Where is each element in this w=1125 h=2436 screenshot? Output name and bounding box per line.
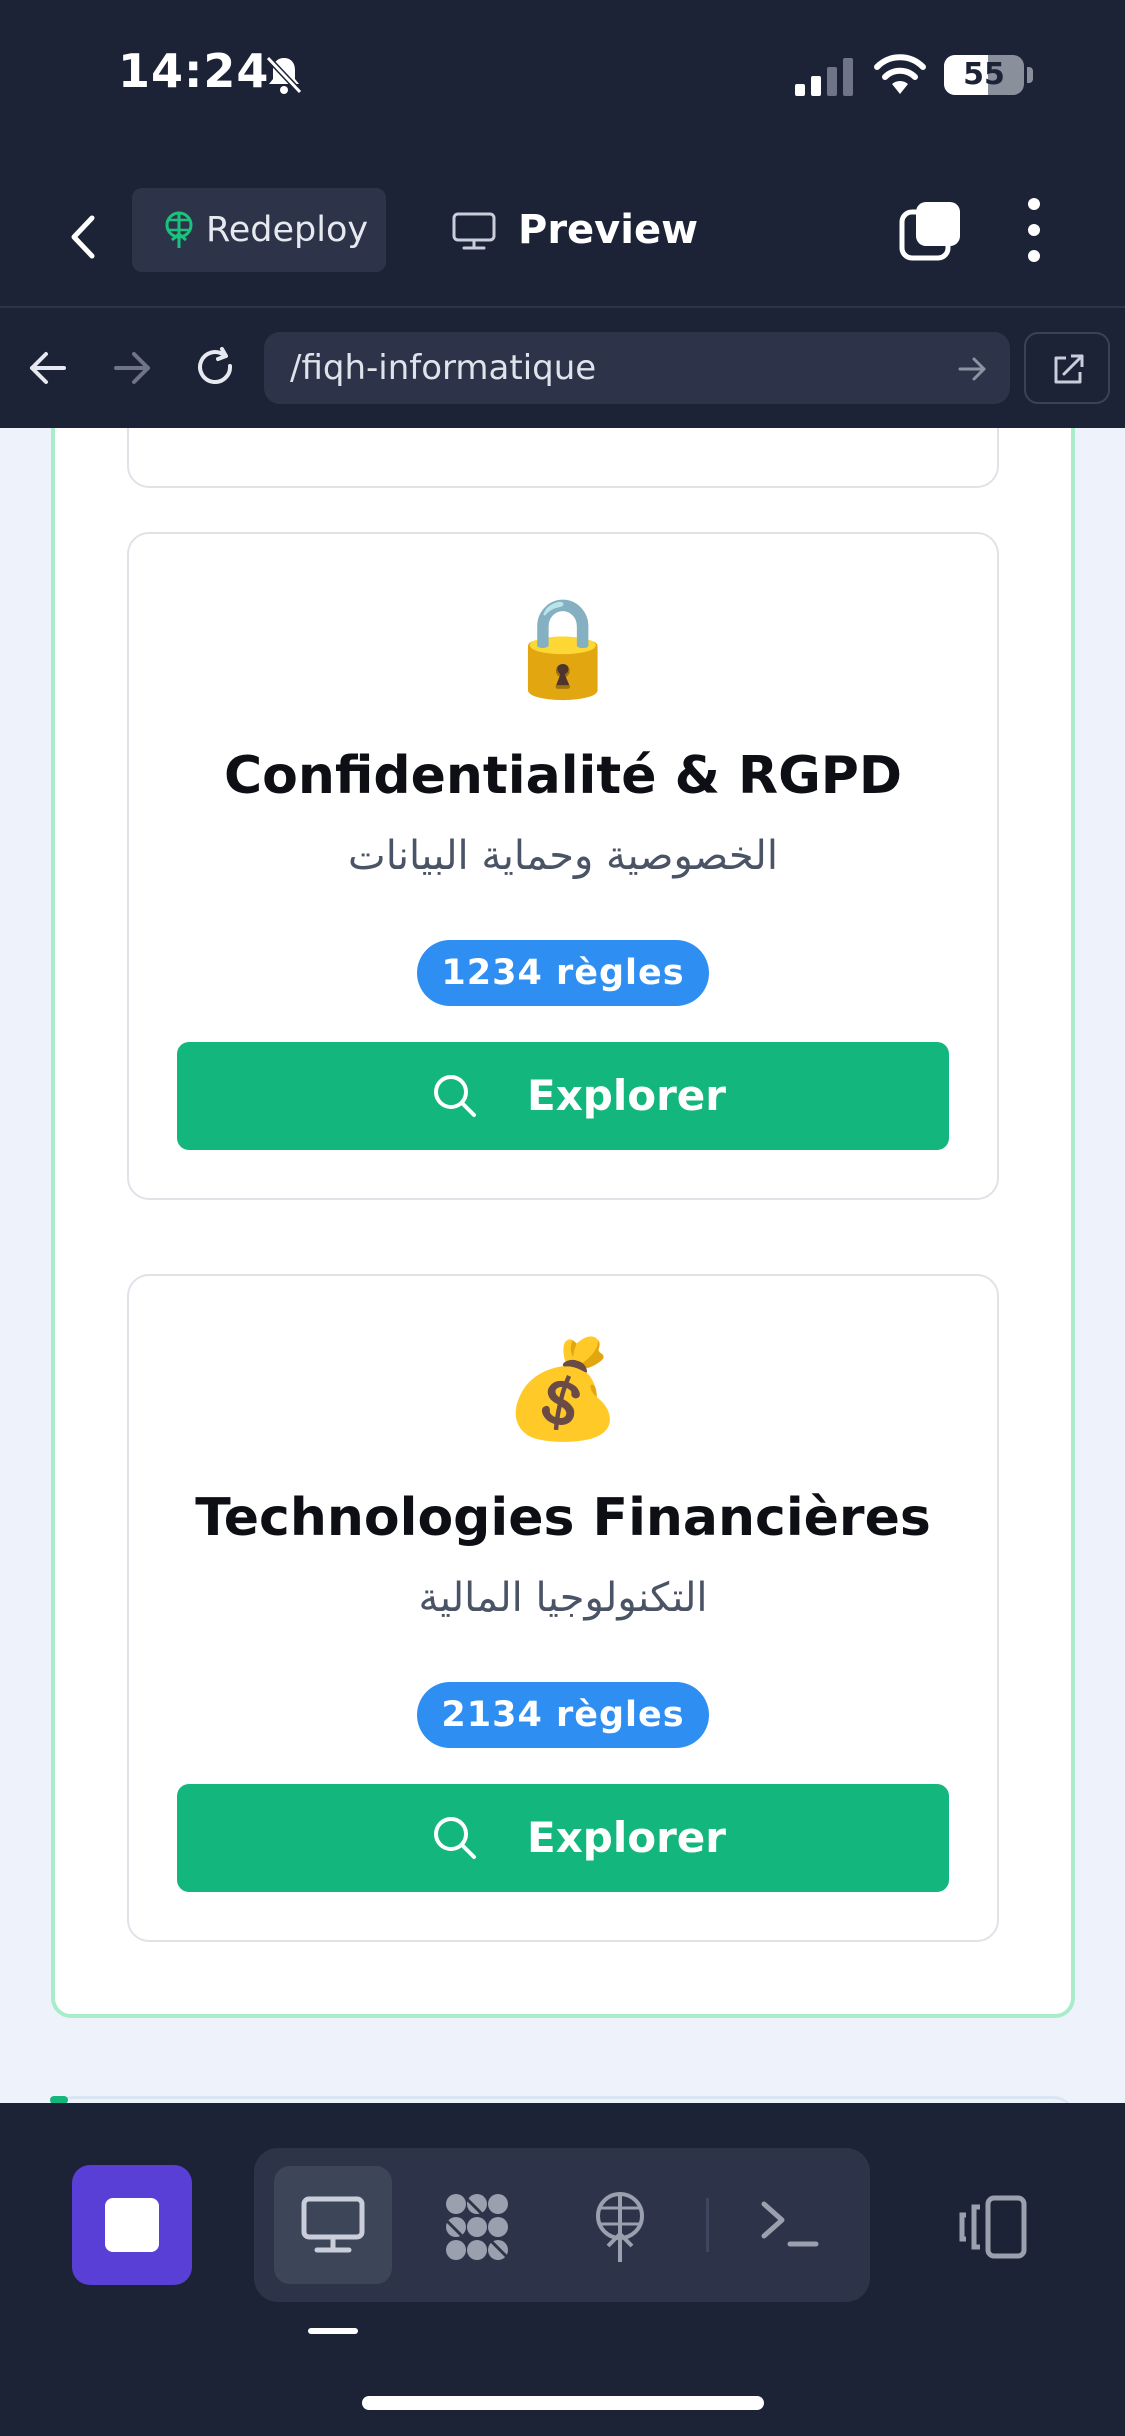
reload-icon[interactable] <box>194 346 238 390</box>
next-panel-accent <box>50 2096 68 2103</box>
tabs-icon[interactable] <box>898 200 962 262</box>
explore-button[interactable]: Explorer <box>177 1042 949 1150</box>
back-icon[interactable] <box>58 210 112 264</box>
monitor-icon <box>452 212 496 250</box>
battery-level-text: 55 <box>963 57 1005 92</box>
app-header: Redeploy Preview <box>0 160 1125 306</box>
previous-card <box>127 428 999 488</box>
more-icon[interactable] <box>1020 196 1048 264</box>
lock-icon: 🔒 <box>503 591 623 703</box>
desktop-view-button[interactable] <box>274 2166 392 2284</box>
money-bag-icon: 💰 <box>503 1333 623 1445</box>
redeploy-button[interactable]: Redeploy <box>132 188 386 272</box>
active-view-indicator <box>308 2328 358 2334</box>
bottom-toolbar <box>0 2103 1125 2436</box>
open-external-button[interactable] <box>1024 332 1110 404</box>
rules-count-badge: 2134 règles <box>417 1682 709 1748</box>
card-subtitle: الخصوصية وحماية البيانات <box>348 833 778 879</box>
deploy-icon[interactable] <box>590 2190 650 2264</box>
rules-count-badge: 1234 règles <box>417 940 709 1006</box>
category-card: 💰 Technologies Financières التكنولوجيا ا… <box>127 1274 999 1942</box>
battery-indicator: 55 <box>944 55 1024 95</box>
terminal-icon[interactable] <box>760 2198 820 2250</box>
card-title: Technologies Financières <box>195 1488 931 1548</box>
url-text: /fiqh-informatique <box>290 348 597 388</box>
explore-button-label: Explorer <box>527 1813 727 1862</box>
search-icon <box>434 1075 476 1117</box>
explore-button-label: Explorer <box>527 1071 727 1120</box>
status-time: 14:24 <box>118 44 270 98</box>
toolbar-divider <box>706 2198 709 2252</box>
stop-icon <box>105 2198 159 2252</box>
stop-button[interactable] <box>72 2165 192 2285</box>
status-bar: 14:24 55 <box>0 0 1125 160</box>
url-field[interactable]: /fiqh-informatique <box>264 332 1010 404</box>
card-title: Confidentialité & RGPD <box>223 746 903 806</box>
card-subtitle: التكنولوجيا المالية <box>418 1575 708 1621</box>
preview-content: 🔒 Confidentialité & RGPD الخصوصية وحماية… <box>0 428 1125 2103</box>
open-external-icon <box>1054 354 1084 384</box>
devices-icon[interactable] <box>958 2195 1028 2259</box>
preview-tab[interactable]: Preview <box>448 188 698 272</box>
home-indicator[interactable] <box>362 2396 764 2410</box>
battery-tip <box>1027 67 1033 83</box>
view-switcher <box>254 2148 870 2302</box>
desktop-icon <box>301 2196 365 2253</box>
arrow-left-icon[interactable] <box>26 346 70 390</box>
redeploy-icon <box>165 211 193 248</box>
preview-label: Preview <box>518 207 699 253</box>
wifi-icon <box>874 54 926 94</box>
search-icon <box>434 1817 476 1859</box>
bell-slash-icon <box>265 55 303 95</box>
explore-button[interactable]: Explorer <box>177 1784 949 1892</box>
nodes-icon[interactable] <box>440 2192 514 2262</box>
signal-icon <box>795 58 853 96</box>
go-arrow-icon[interactable] <box>956 354 988 384</box>
next-panel <box>51 2096 1075 2103</box>
category-card: 🔒 Confidentialité & RGPD الخصوصية وحماية… <box>127 532 999 1200</box>
redeploy-label: Redeploy <box>206 210 369 250</box>
arrow-right-icon[interactable] <box>110 346 154 390</box>
browser-bar: /fiqh-informatique <box>0 306 1125 430</box>
